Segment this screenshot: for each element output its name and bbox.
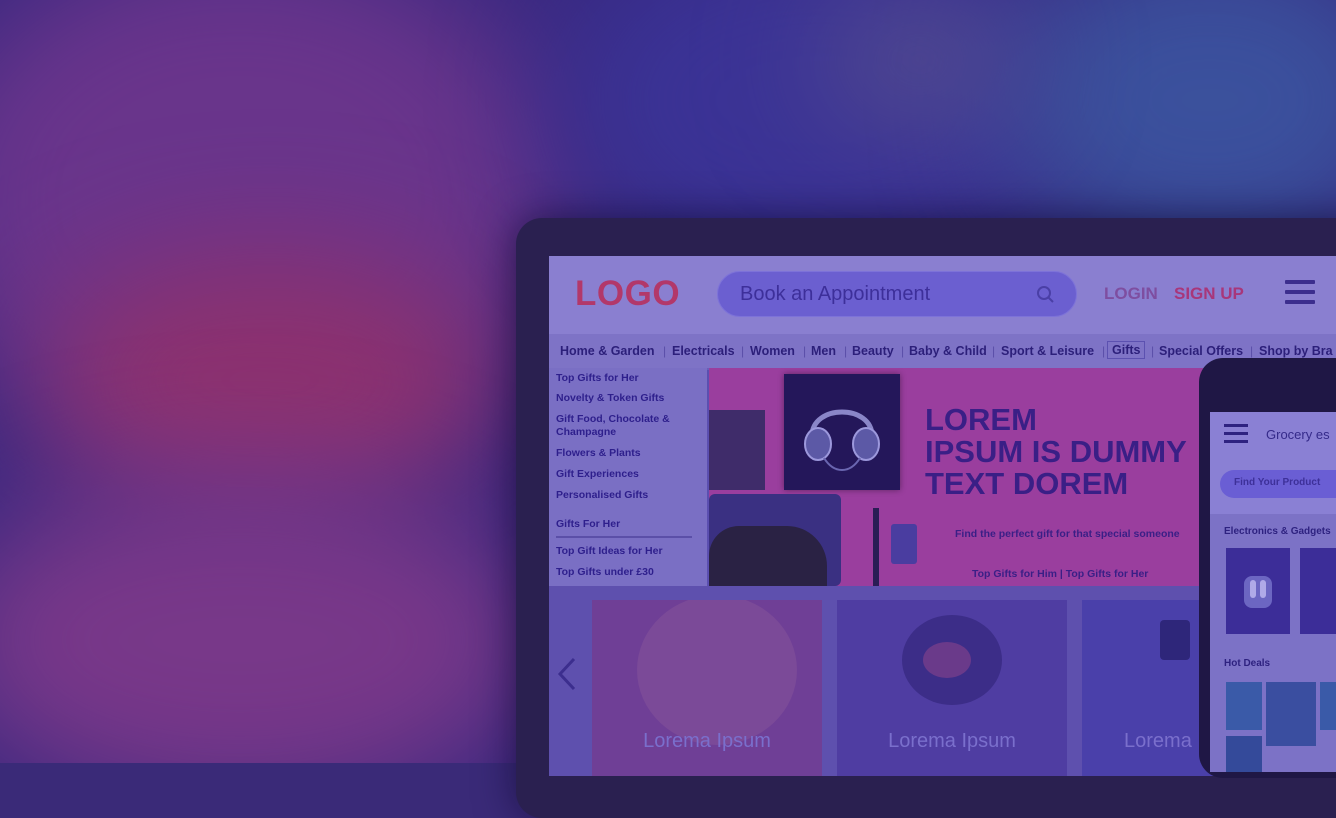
- deal-tile[interactable]: [1320, 682, 1336, 730]
- sidebar-divider: [556, 536, 692, 538]
- find-product-button[interactable]: Find Your Product: [1220, 470, 1336, 498]
- deal-tile[interactable]: [1226, 682, 1262, 730]
- nav-sport-leisure[interactable]: Sport & Leisure: [1001, 344, 1094, 358]
- phone-content: Electronics & Gadgets Hot Deals: [1210, 514, 1336, 772]
- sign-up-link[interactable]: SIGN UP: [1174, 284, 1244, 304]
- card-label: Lorema Ipsum: [888, 730, 1016, 752]
- phone-title: Grocery es: [1266, 427, 1330, 442]
- product-tile[interactable]: [1300, 548, 1336, 634]
- gifts-sidebar: Top Gifts for Her Novelty & Token Gifts …: [549, 368, 707, 586]
- nav-shop-by-brand[interactable]: Shop by Bra: [1259, 344, 1333, 358]
- sidebar-item[interactable]: Top Gift Ideas for Her: [556, 545, 696, 558]
- product-tile[interactable]: [1226, 548, 1290, 634]
- hamburger-menu-icon[interactable]: [1285, 280, 1315, 310]
- nav-gifts[interactable]: Gifts: [1107, 341, 1146, 359]
- sidebar-item[interactable]: Top Gifts under £30: [556, 566, 696, 579]
- sidebar-item[interactable]: Personalised Gifts: [556, 489, 696, 502]
- nav-special-offers[interactable]: Special Offers: [1159, 344, 1243, 358]
- banner-subtitle: Find the perfect gift for that special s…: [955, 528, 1180, 540]
- product-image: [709, 410, 765, 490]
- nav-baby-child[interactable]: Baby & Child: [909, 344, 987, 358]
- login-link[interactable]: LOGIN: [1104, 284, 1158, 304]
- sidebar-item[interactable]: Flowers & Plants: [556, 447, 696, 460]
- deal-tile[interactable]: [1226, 736, 1262, 772]
- logo[interactable]: LOGO: [575, 274, 680, 314]
- headphones-image: [784, 374, 900, 490]
- deal-tile[interactable]: [1266, 682, 1316, 746]
- section-heading: Electronics & Gadgets: [1224, 526, 1331, 537]
- sidebar-item[interactable]: Novelty & Token Gifts: [556, 392, 696, 405]
- site-header: LOGO Book an Appointment LOGIN SIGN UP: [549, 256, 1336, 334]
- product-image: [709, 526, 827, 586]
- chevron-left-icon[interactable]: [557, 656, 577, 692]
- product-image: [891, 524, 917, 564]
- carousel-card[interactable]: eua Lorema Ipsum: [549, 595, 822, 776]
- sidebar-item[interactable]: Top Gifts for Her: [556, 372, 696, 385]
- search-icon[interactable]: [1036, 285, 1056, 305]
- card-label: Lorema Ipsum: [643, 730, 771, 752]
- hamburger-menu-icon[interactable]: [1224, 424, 1248, 448]
- search-bar[interactable]: Book an Appointment: [717, 271, 1077, 317]
- carousel-card[interactable]: Lorema Ipsum: [837, 600, 1067, 776]
- sidebar-heading[interactable]: Gifts For Her: [556, 518, 696, 531]
- nav-beauty[interactable]: Beauty: [852, 344, 894, 358]
- banner-links[interactable]: Top Gifts for Him | Top Gifts for Her: [972, 568, 1148, 580]
- phone-screen: Grocery es Find Your Product Electronics…: [1210, 412, 1336, 772]
- earbuds-icon: [1244, 576, 1272, 608]
- sidebar-item[interactable]: Gift Food, Chocolate & Champagne: [556, 413, 696, 439]
- section-heading: Hot Deals: [1224, 658, 1271, 669]
- headphones-icon: [804, 409, 880, 471]
- nav-electricals[interactable]: Electricals: [672, 344, 735, 358]
- nav-women[interactable]: Women: [750, 344, 795, 358]
- sidebar-item[interactable]: Gift Experiences: [556, 468, 696, 481]
- nav-men[interactable]: Men: [811, 344, 836, 358]
- nav-home-garden[interactable]: Home & Garden: [560, 344, 654, 358]
- banner-title: LOREM IPSUM IS DUMMY TEXT DOREM: [925, 402, 1187, 501]
- search-input[interactable]: Book an Appointment: [740, 283, 930, 306]
